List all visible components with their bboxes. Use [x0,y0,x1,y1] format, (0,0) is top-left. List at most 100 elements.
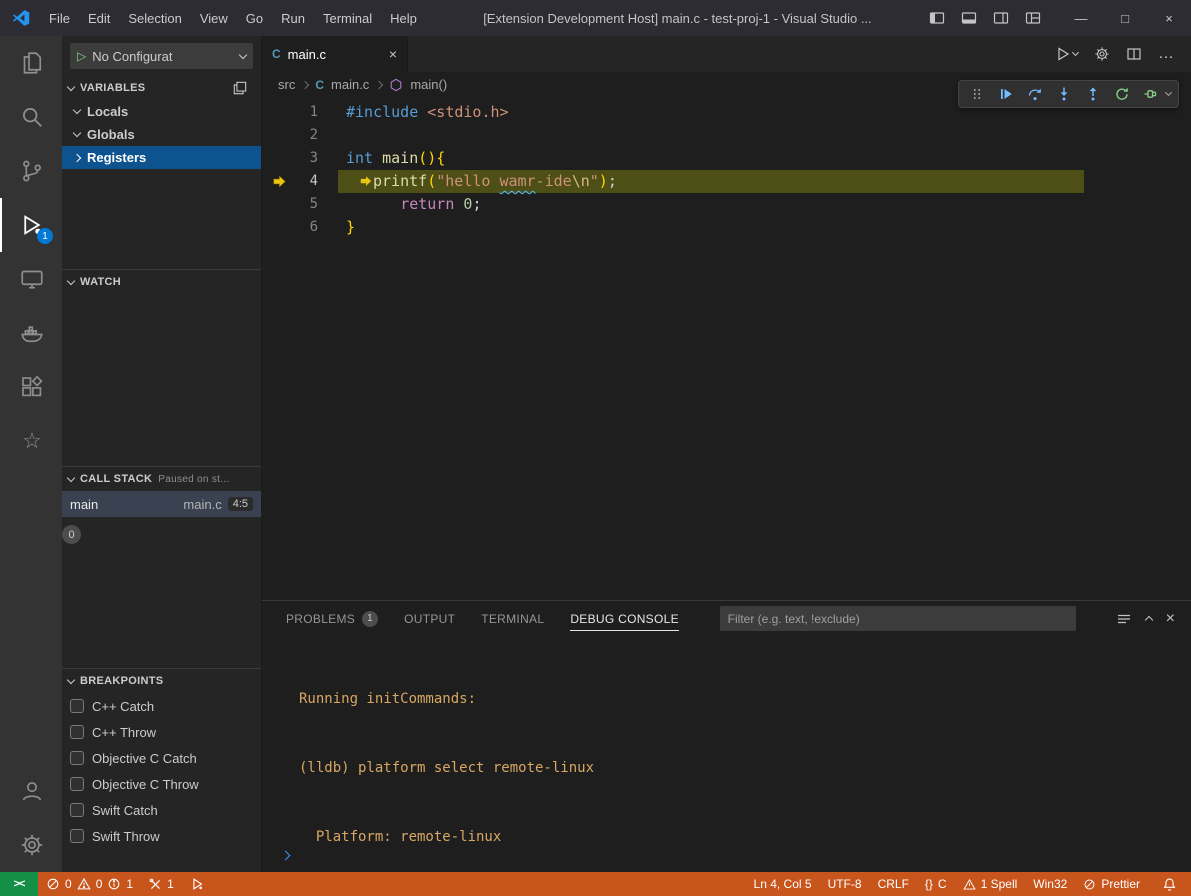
checkbox-icon[interactable] [70,803,84,817]
menu-go[interactable]: Go [237,0,272,36]
minimize-button[interactable]: — [1059,0,1103,36]
chevron-down-icon [67,276,75,284]
section-actions-icon[interactable] [233,81,247,95]
remote-indicator[interactable]: >< [0,872,38,896]
instruction-pointer-icon [359,174,373,188]
checkbox-icon[interactable] [70,777,84,791]
customize-layout-icon[interactable] [1025,10,1041,26]
menu-view[interactable]: View [191,0,237,36]
current-line-arrow-icon[interactable] [272,174,287,189]
close-button[interactable]: × [1147,0,1191,36]
menu-run[interactable]: Run [272,0,314,36]
menu-selection[interactable]: Selection [119,0,190,36]
activity-extensions[interactable] [0,360,62,414]
menu-terminal[interactable]: Terminal [314,0,381,36]
activity-remote-explorer[interactable] [0,252,62,306]
tab-output[interactable]: OUTPUT [404,601,455,636]
spell-checker-status[interactable]: 1 Spell [955,872,1026,896]
close-tab-icon[interactable]: × [389,46,397,62]
tools-status[interactable]: 1 [141,872,182,896]
toolbar-drag-handle[interactable] [963,82,990,106]
tab-terminal[interactable]: TERMINAL [481,601,544,636]
activity-favorites[interactable]: ☆ [0,414,62,468]
window-title: [Extension Development Host] main.c - te… [426,11,929,26]
more-actions-icon[interactable]: … [1158,45,1175,63]
variables-item-globals[interactable]: Globals [62,123,261,146]
stack-frame-row[interactable]: main main.c 4:5 [62,491,261,517]
eol-selector[interactable]: CRLF [870,872,917,896]
checkbox-icon[interactable] [70,829,84,843]
variables-item-locals[interactable]: Locals [62,100,261,123]
chevron-down-icon[interactable] [1165,89,1172,96]
breadcrumb-folder[interactable]: src [278,77,295,92]
tab-label: DEBUG CONSOLE [570,612,679,626]
activity-search[interactable] [0,90,62,144]
escape-token: \n [572,172,590,190]
code-editor[interactable]: 1 #include <stdio.h> 2 3 int main(){ 4 p… [262,97,1191,600]
watch-section-header[interactable]: WATCH [62,270,261,294]
chevron-down-icon [73,129,81,137]
run-menu-button[interactable] [1055,46,1078,62]
encoding-selector[interactable]: UTF-8 [820,872,870,896]
activity-run-debug[interactable]: 1 [0,198,62,252]
step-over-button[interactable] [1021,82,1048,106]
line-number: 6 [262,216,318,239]
breakpoint-row[interactable]: C++ Catch [62,693,261,719]
breakpoint-label: Swift Catch [92,803,158,818]
maximize-panel-icon[interactable] [1144,616,1152,624]
call-stack-section-header[interactable]: CALL STACK Paused on st... [62,467,261,491]
step-into-button[interactable] [1050,82,1077,106]
disconnect-button[interactable] [1137,82,1164,106]
activity-source-control[interactable] [0,144,62,198]
error-icon [46,877,60,891]
breakpoint-row[interactable]: Objective C Catch [62,745,261,771]
breakpoint-row[interactable]: C++ Throw [62,719,261,745]
console-options-icon[interactable] [1116,611,1132,627]
restart-button[interactable] [1108,82,1135,106]
cursor-position[interactable]: Ln 4, Col 5 [746,872,820,896]
breadcrumb-file[interactable]: main.c [331,77,369,92]
checkbox-icon[interactable] [70,699,84,713]
language-selector[interactable]: {} C [917,872,955,896]
breakpoint-row[interactable]: Objective C Throw [62,771,261,797]
console-filter-input[interactable] [720,606,1076,631]
toggle-panel-icon[interactable] [961,10,977,26]
menu-file[interactable]: File [40,0,79,36]
activity-docker[interactable] [0,306,62,360]
breakpoints-section-header[interactable]: BREAKPOINTS [62,669,261,693]
start-debug-icon[interactable]: ▷ [77,49,86,63]
variables-section-header[interactable]: VARIABLES [62,76,261,100]
tab-debug-console[interactable]: DEBUG CONSOLE [570,601,679,636]
tab-main-c[interactable]: C main.c × [262,36,408,72]
tab-problems[interactable]: PROBLEMS 1 [286,601,378,636]
toggle-secondary-sidebar-icon[interactable] [993,10,1009,26]
breadcrumb-symbol[interactable]: main() [410,77,447,92]
activity-account[interactable] [0,764,62,818]
variables-item-registers[interactable]: Registers [62,146,261,169]
menu-edit[interactable]: Edit [79,0,119,36]
toggle-sidebar-icon[interactable] [929,10,945,26]
checkbox-icon[interactable] [70,751,84,765]
breakpoint-row[interactable]: Swift Catch [62,797,261,823]
platform-status[interactable]: Win32 [1025,872,1075,896]
problems-status[interactable]: 0 0 1 [38,872,141,896]
maximize-button[interactable]: □ [1103,0,1147,36]
debug-configuration-dropdown[interactable]: ▷ No Configurat [70,43,253,69]
activity-settings[interactable] [0,818,62,872]
formatter-status[interactable]: Prettier [1075,872,1148,896]
menu-help[interactable]: Help [381,0,426,36]
continue-button[interactable] [992,82,1019,106]
checkbox-icon[interactable] [70,725,84,739]
step-out-button[interactable] [1079,82,1106,106]
close-panel-icon[interactable]: × [1166,610,1175,628]
activity-explorer[interactable] [0,36,62,90]
breakpoint-row[interactable]: Swift Throw [62,823,261,849]
chevron-down-icon [239,50,247,58]
notifications-button[interactable] [1148,872,1191,896]
step-over-icon [1027,86,1043,102]
console-input-prompt[interactable] [282,847,289,862]
debug-console-output[interactable]: Running initCommands: (lldb) platform se… [262,636,1191,872]
debug-status[interactable] [182,872,212,896]
split-editor-icon[interactable] [1126,46,1142,62]
settings-gear-icon[interactable] [1094,46,1110,62]
